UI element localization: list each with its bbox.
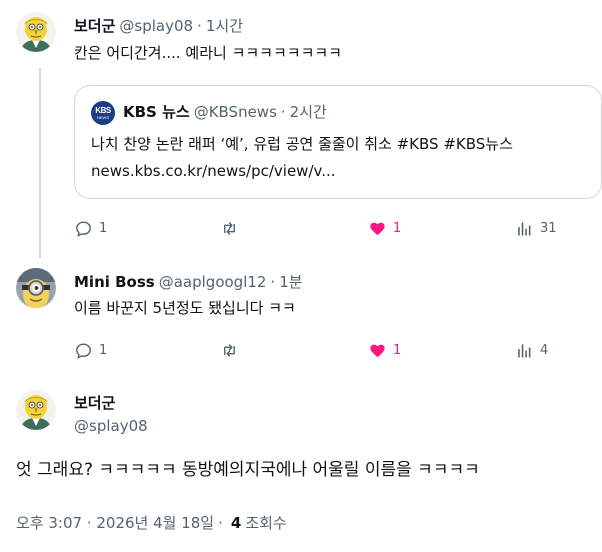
main-post-text: 엇 그래요? ㅋㅋㅋㅋㅋ 동방예의지국에나 어울릴 이름을 ㅋㅋㅋㅋ: [16, 460, 480, 480]
quoted-post-card[interactable]: KBS NEWS KBS 뉴스 @KBSnews · 2시간 나치 찬양 논란 …: [74, 85, 602, 199]
like-icon: [370, 222, 385, 235]
like-count: 1: [393, 342, 402, 358]
post-text: 이름 바꾼지 5년정도 됐십니다 ㅋㅋ: [74, 299, 296, 317]
reply-count: 1: [99, 342, 108, 358]
views-count: 31: [540, 220, 557, 236]
post-timestamp[interactable]: 오후 3:07 · 2026년 4월 18일: [16, 512, 214, 533]
post-actions: 1 1 4: [74, 340, 564, 360]
repost-icon: [224, 343, 235, 357]
views-button[interactable]: 31: [515, 218, 557, 238]
kbs-logo-avatar: KBS NEWS: [91, 101, 115, 125]
quoted-post-text: 나치 찬양 논란 래퍼 ‘예’, 유럽 공연 줄줄이 취소 #KBS #KBS뉴…: [91, 135, 513, 153]
views-count[interactable]: 4: [231, 514, 241, 532]
views-label: 조회수: [245, 514, 287, 532]
thread-connector-line: [39, 68, 41, 258]
author-handle[interactable]: @aaplgoogl12: [159, 273, 267, 291]
post-actions: 1 1 31: [74, 218, 564, 238]
author-name[interactable]: 보더군: [74, 15, 115, 36]
reply-button[interactable]: 1: [74, 340, 107, 360]
separator-dot: ·: [270, 273, 276, 291]
separator-dot: ·: [218, 514, 223, 532]
post-time[interactable]: 1시간: [206, 15, 243, 36]
views-icon: [518, 221, 531, 236]
avatar[interactable]: [16, 268, 56, 308]
like-button[interactable]: 1: [368, 340, 401, 360]
reply-icon: [76, 342, 91, 359]
post-time[interactable]: 1분: [279, 271, 302, 292]
quoted-post-link[interactable]: news.kbs.co.kr/news/pc/view/v...: [91, 161, 336, 181]
avatar[interactable]: [16, 390, 56, 430]
avatar[interactable]: [16, 12, 56, 52]
author-name[interactable]: 보더군: [74, 392, 115, 413]
author-name[interactable]: Mini Boss: [74, 273, 155, 291]
author-handle[interactable]: @splay08: [119, 17, 193, 35]
like-count: 1: [393, 220, 402, 236]
quoted-author-name: KBS 뉴스: [123, 103, 190, 121]
quoted-author-handle: @KBSnews: [193, 103, 277, 121]
post-meta: 오후 3:07 · 2026년 4월 18일 · 4 조회수: [16, 512, 287, 533]
post-header: Mini Boss @aaplgoogl12 · 1분: [74, 271, 303, 292]
repost-button[interactable]: [220, 218, 245, 238]
like-icon: [370, 344, 385, 357]
repost-icon: [224, 221, 235, 235]
author-handle[interactable]: @splay08: [74, 417, 148, 435]
post-text: 칸은 어디간겨.... 예라니 ㅋㅋㅋㅋㅋㅋㅋㅋ: [74, 44, 342, 62]
reply-icon: [76, 220, 91, 237]
post-header: 보더군 @splay08 · 1시간: [74, 15, 243, 36]
quoted-post-time: 2시간: [289, 103, 327, 121]
views-icon: [518, 343, 531, 358]
quoted-post-header: KBS 뉴스 @KBSnews · 2시간: [123, 101, 327, 122]
repost-button[interactable]: [220, 340, 245, 360]
separator-dot: ·: [197, 17, 202, 35]
reply-count: 1: [99, 220, 108, 236]
views-button[interactable]: 4: [515, 340, 548, 360]
views-count: 4: [540, 342, 549, 358]
separator-dot: ·: [280, 103, 286, 121]
reply-button[interactable]: 1: [74, 218, 107, 238]
like-button[interactable]: 1: [368, 218, 401, 238]
